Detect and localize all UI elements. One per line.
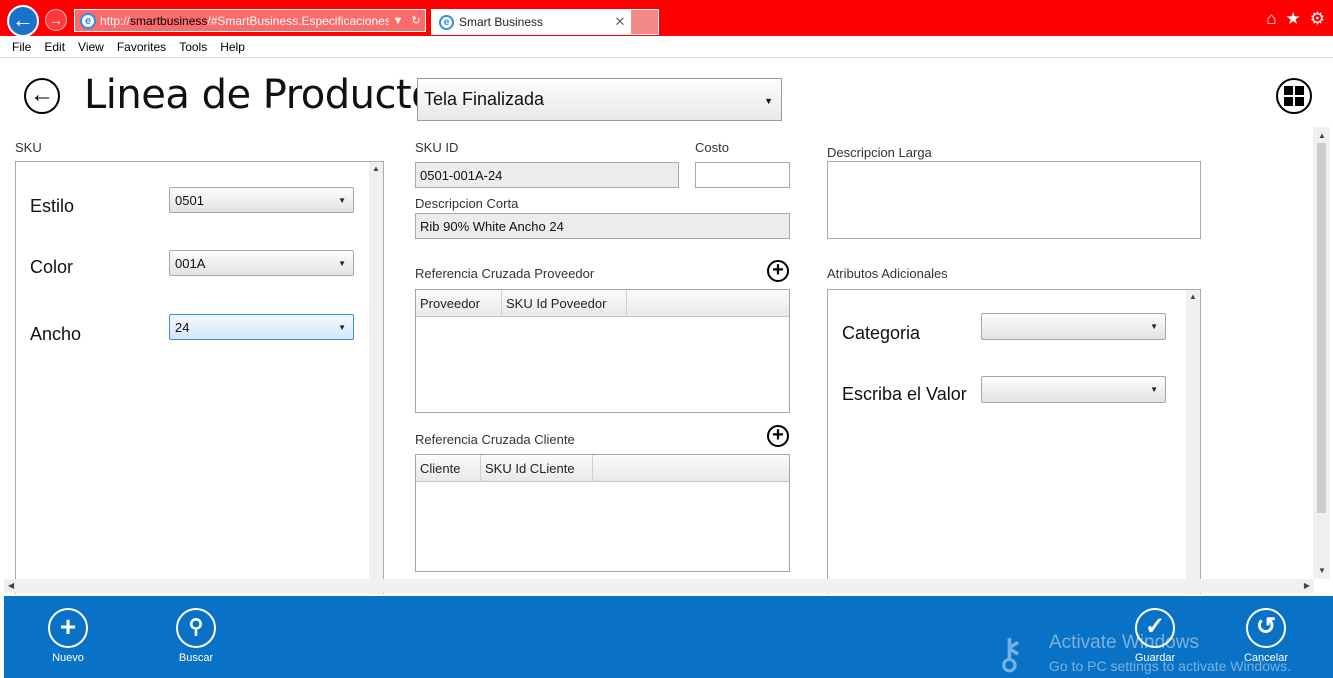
sku-panel: ▲ Estilo 0501 ▼ Color 001A ▼ Ancho 24 ▼ [15, 161, 384, 594]
escriba-valor-select[interactable]: ▼ [981, 376, 1166, 403]
nuevo-label: Nuevo [52, 652, 84, 664]
color-value: 001A [175, 255, 206, 271]
chevron-down-icon: ▼ [338, 195, 346, 205]
menu-favorites[interactable]: Favorites [117, 40, 166, 54]
ie-icon: e [80, 12, 96, 29]
chevron-down-icon: ▼ [338, 322, 346, 332]
menu-tools[interactable]: Tools [179, 40, 207, 54]
guardar-label: Guardar [1134, 652, 1176, 664]
checkmark-icon: ✓ [1135, 608, 1175, 648]
ancho-label: Ancho [30, 324, 82, 344]
color-select[interactable]: 001A ▼ [169, 250, 354, 276]
menu-bar: File Edit View Favorites Tools Help [0, 36, 1333, 58]
color-label: Color [30, 257, 74, 277]
ref-cliente-label: Referencia Cruzada Cliente [415, 432, 575, 447]
refresh-icon[interactable]: ↻ [407, 14, 425, 27]
favorites-star-icon[interactable]: ★ [1286, 9, 1301, 29]
costo-field[interactable] [695, 162, 790, 188]
address-url[interactable]: http://smartbusiness/#SmartBusiness.Espe… [100, 14, 389, 28]
scrollbar-thumb[interactable] [1317, 143, 1326, 513]
add-icon: + [48, 608, 88, 648]
atributos-scrollbar[interactable]: ▲ [1186, 290, 1200, 594]
buscar-button[interactable]: ⚲ Buscar [156, 608, 236, 664]
tab-title: Smart Business [459, 15, 544, 29]
menu-edit[interactable]: Edit [44, 40, 65, 54]
product-type-select[interactable]: Tela Finalizada ▼ [417, 78, 782, 121]
col-proveedor[interactable]: Proveedor [416, 290, 502, 316]
col-sku-id-cliente[interactable]: SKU Id CLiente [481, 455, 593, 481]
sku-id-field[interactable]: 0501-001A-24 [415, 162, 679, 188]
nuevo-button[interactable]: + Nuevo [28, 608, 108, 664]
app-bar: + Nuevo ⚲ Buscar ⚷ Activate Windows Go t… [4, 596, 1333, 678]
atributos-panel: ▲ Categoria ▼ Escriba el Valor ▼ [827, 289, 1201, 594]
desc-larga-field[interactable] [827, 161, 1201, 239]
search-icon: ⚲ [176, 608, 216, 648]
ancho-select[interactable]: 24 ▼ [169, 314, 354, 340]
desc-corta-label: Descripcion Corta [415, 196, 519, 211]
page-title: Linea de Producto [84, 72, 436, 118]
new-tab-button[interactable] [630, 9, 659, 35]
browser-forward-button[interactable]: → [45, 9, 67, 31]
col-sku-id-proveedor[interactable]: SKU Id Poveedor [502, 290, 627, 316]
cancelar-label: Cancelar [1243, 652, 1289, 664]
product-type-value: Tela Finalizada [424, 89, 545, 109]
ref-cliente-grid[interactable]: Cliente SKU Id CLiente [415, 454, 790, 572]
sku-panel-scrollbar[interactable]: ▲ [369, 162, 383, 594]
sku-section-label: SKU [15, 140, 42, 155]
ie-tab-icon: e [439, 14, 454, 30]
estilo-select[interactable]: 0501 ▼ [169, 187, 354, 213]
guardar-button[interactable]: ✓ Guardar [1115, 608, 1195, 664]
browser-titlebar: ← → e http://smartbusiness/#SmartBusines… [0, 0, 1333, 37]
chevron-down-icon: ▼ [764, 96, 773, 106]
key-icon: ⚷ [994, 630, 1025, 677]
menu-view[interactable]: View [78, 40, 104, 54]
estilo-value: 0501 [175, 192, 204, 208]
buscar-label: Buscar [178, 652, 214, 664]
atributos-label: Atributos Adicionales [827, 266, 948, 281]
ref-proveedor-label: Referencia Cruzada Proveedor [415, 266, 595, 281]
costo-label: Costo [695, 140, 729, 155]
desc-corta-field[interactable]: Rib 90% White Ancho 24 [415, 213, 790, 239]
address-bar[interactable]: e http://smartbusiness/#SmartBusiness.Es… [74, 9, 426, 32]
cancelar-button[interactable]: ↺ Cancelar [1226, 608, 1306, 664]
menu-file[interactable]: File [12, 40, 31, 54]
ancho-value: 24 [175, 319, 190, 335]
estilo-label: Estilo [30, 196, 75, 216]
menu-help[interactable]: Help [220, 40, 245, 54]
add-proveedor-icon[interactable]: + [767, 260, 789, 282]
col-cliente[interactable]: Cliente [416, 455, 481, 481]
chevron-down-icon: ▼ [1150, 385, 1158, 394]
close-tab-icon[interactable]: ✕ [610, 14, 630, 30]
app-page: ← Linea de Producto Tela Finalizada ▼ SK… [4, 58, 1333, 594]
undo-icon: ↺ [1246, 608, 1286, 648]
home-icon[interactable]: ⌂ [1266, 9, 1276, 29]
chevron-down-icon: ▼ [338, 258, 346, 268]
categoria-select[interactable]: ▼ [981, 313, 1166, 340]
gear-icon[interactable]: ⚙ [1310, 9, 1325, 29]
chevron-down-icon: ▼ [1150, 322, 1158, 331]
address-dropdown-icon[interactable]: ▼ [389, 15, 407, 27]
browser-tab[interactable]: e Smart Business ✕ [431, 9, 630, 35]
browser-back-button[interactable]: ← [7, 5, 39, 37]
ref-proveedor-grid[interactable]: Proveedor SKU Id Poveedor [415, 289, 790, 413]
add-cliente-icon[interactable]: + [767, 425, 789, 447]
page-horizontal-scrollbar[interactable]: ◀ ▶ [4, 579, 1314, 593]
escriba-valor-label: Escriba el Valor [842, 384, 967, 404]
desc-larga-label: Descripcion Larga [827, 145, 932, 160]
page-back-button[interactable]: ← [24, 78, 60, 114]
windows-logo-icon[interactable] [1276, 78, 1312, 114]
categoria-label: Categoria [842, 323, 921, 343]
sku-id-label: SKU ID [415, 140, 459, 155]
page-vertical-scrollbar[interactable]: ▲ ▼ [1313, 127, 1330, 579]
